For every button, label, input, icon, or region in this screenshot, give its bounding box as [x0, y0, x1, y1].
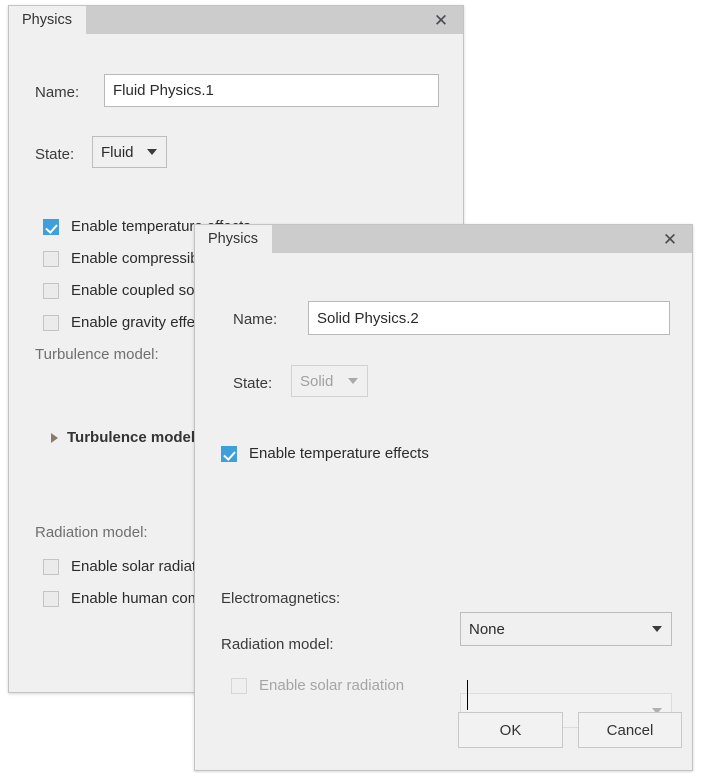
name-label-background: Name:	[35, 84, 80, 101]
foreground-dialog-body: Name: Solid Physics.2 State: Solid Enabl…	[195, 253, 692, 770]
state-dropdown-value-background: Fluid	[101, 143, 134, 161]
electromagnetics-dropdown-value: None	[469, 620, 505, 638]
checkbox-row[interactable]: Enable solar radiation	[43, 558, 216, 575]
chevron-right-icon[interactable]	[51, 432, 58, 443]
radiation-model-label: Radiation model:	[221, 636, 334, 653]
checkbox-enable-solar-radiation-background[interactable]	[43, 558, 59, 575]
checkbox-label: Enable temperature effects	[249, 445, 429, 462]
state-dropdown-value-foreground: Solid	[300, 372, 334, 390]
electromagnetics-label: Electromagnetics:	[221, 590, 341, 607]
tab-physics-foreground[interactable]: Physics	[195, 225, 272, 253]
physics-dialog-foreground[interactable]: Physics ✕ Name: Solid Physics.2 State: S…	[194, 224, 693, 771]
ok-button[interactable]: OK	[458, 712, 563, 748]
checkbox-label: Enable solar radiation	[259, 677, 405, 694]
checkbox-enable-gravity-effects[interactable]	[43, 314, 59, 331]
chevron-down-icon	[147, 149, 157, 155]
checkbox-row-enable-solar-radiation: Enable solar radiation	[231, 677, 404, 694]
checkbox-enable-human-comfort[interactable]	[43, 590, 59, 607]
state-dropdown-background[interactable]: Fluid	[92, 136, 167, 168]
close-icon[interactable]: ✕	[429, 6, 453, 34]
checkbox-row-enable-temperature-effects[interactable]: Enable temperature effects	[221, 445, 429, 462]
name-label-foreground: Name:	[233, 311, 278, 328]
checkbox-enable-temperature-effects[interactable]	[43, 218, 59, 235]
checkbox-enable-coupled-solver[interactable]	[43, 282, 59, 299]
state-label-foreground: State:	[233, 375, 273, 392]
text-cursor	[467, 680, 468, 710]
tree-item-label: Turbulence model	[67, 429, 196, 446]
tab-physics-background[interactable]: Physics	[9, 6, 86, 34]
checkbox-label: Enable gravity effects	[71, 314, 215, 331]
cancel-button[interactable]: Cancel	[578, 712, 682, 748]
checkbox-enable-solar-radiation-foreground	[231, 677, 247, 694]
checkbox-enable-compressibility[interactable]	[43, 250, 59, 267]
close-icon[interactable]: ✕	[658, 225, 682, 253]
titlebar-foreground-dialog: Physics ✕	[195, 225, 692, 253]
chevron-down-icon	[348, 378, 358, 384]
checkbox-enable-temperature-effects-foreground[interactable]	[221, 445, 237, 462]
name-input-foreground[interactable]: Solid Physics.2	[308, 301, 670, 335]
name-input-background[interactable]: Fluid Physics.1	[104, 74, 439, 107]
tree-item-turbulence-model[interactable]: Turbulence model	[51, 429, 195, 446]
electromagnetics-dropdown[interactable]: None	[460, 612, 672, 646]
state-label-background: State:	[35, 146, 75, 163]
state-dropdown-foreground: Solid	[291, 365, 368, 397]
checkbox-row[interactable]: Enable gravity effects	[43, 314, 214, 331]
turbulence-model-section-label: Turbulence model:	[35, 346, 159, 363]
checkbox-row[interactable]: Enable coupled solver	[43, 282, 219, 299]
radiation-model-section-label: Radiation model:	[35, 524, 148, 541]
titlebar-background-dialog: Physics ✕	[9, 6, 463, 34]
chevron-down-icon	[652, 626, 662, 632]
